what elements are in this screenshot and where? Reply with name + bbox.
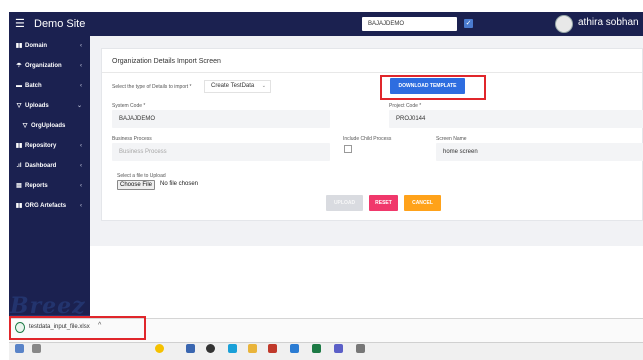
hamburger-icon[interactable]: ☰: [15, 18, 25, 30]
sidebar-item-label: Uploads: [25, 103, 49, 109]
reset-button[interactable]: RESET: [369, 195, 398, 211]
chevron-left-icon: ‹: [80, 163, 82, 169]
sidebar-item-label: Batch: [25, 83, 42, 89]
organization-select[interactable]: BAJAJDEMO: [362, 17, 457, 31]
search-icon[interactable]: [32, 344, 41, 353]
chevron-left-icon: ‹: [80, 203, 82, 209]
taskbar: [9, 342, 643, 360]
import-form-card: Organization Details Import Screen Selec…: [101, 48, 643, 221]
umbrella-icon: ☂: [16, 63, 22, 69]
bar-chart-icon: ▮▮: [15, 43, 23, 49]
teams-icon[interactable]: [334, 344, 343, 353]
sidebar-item-reports[interactable]: ▤ Reports ‹: [9, 176, 90, 196]
screen-name-label: Screen Name: [436, 136, 467, 142]
app-icon[interactable]: [186, 344, 195, 353]
app-icon[interactable]: [356, 344, 365, 353]
site-title: Demo Site: [34, 18, 86, 30]
cancel-button[interactable]: CANCEL: [404, 195, 441, 211]
import-type-select[interactable]: Create TestData ⌄: [204, 80, 271, 93]
filter-icon: ▽: [22, 123, 28, 129]
sidebar-item-label: Dashboard: [25, 163, 57, 169]
app-icon[interactable]: [206, 344, 215, 353]
system-code-field[interactable]: BAJAJDEMO: [112, 110, 330, 128]
screen-name-field[interactable]: home screen: [436, 143, 643, 161]
file-status: No file chosen: [160, 181, 199, 187]
sidebar: ▮▮ Domain ‹ ☂ Organization ‹ ▬ Batch ‹ ▽…: [9, 36, 90, 316]
upload-button[interactable]: UPLOAD: [326, 195, 363, 211]
outlook-icon[interactable]: [290, 344, 299, 353]
business-process-field[interactable]: Business Process: [112, 143, 330, 161]
import-type-value: Create TestData: [211, 83, 255, 89]
download-highlight-box: [9, 316, 146, 340]
folder-icon[interactable]: [248, 344, 257, 353]
highlight-box: [380, 75, 486, 100]
chevron-left-icon: ‹: [80, 63, 82, 69]
folder-icon: ▬: [16, 83, 22, 89]
sidebar-item-label: ORG Artefacts: [25, 203, 67, 209]
excel-icon[interactable]: [312, 344, 321, 353]
app-screen: ☰ Demo Site BAJAJDEMO ✓ athira sobhan ▮▮…: [0, 0, 643, 360]
user-name[interactable]: athira sobhan: [578, 17, 639, 29]
choose-file-button[interactable]: Choose File: [117, 180, 155, 190]
avatar[interactable]: [555, 15, 573, 33]
bar-chart-icon: ▮▮: [15, 143, 23, 149]
page-title: Organization Details Import Screen: [112, 58, 221, 65]
filter-icon: ▽: [16, 103, 22, 109]
sidebar-item-org-artefacts[interactable]: ▮▮ ORG Artefacts ‹: [9, 196, 90, 216]
sidebar-item-label: Organization: [25, 63, 62, 69]
divider: [102, 72, 642, 73]
document-icon: ▤: [16, 183, 22, 189]
chevron-left-icon: ‹: [80, 43, 82, 49]
type-label: Select the type of Details to import *: [112, 84, 192, 90]
chevron-left-icon: ‹: [80, 83, 82, 89]
include-child-label: Include Child Process: [343, 136, 392, 142]
chrome-icon[interactable]: [155, 344, 164, 353]
sidebar-item-dashboard[interactable]: .ıl Dashboard ‹: [9, 156, 90, 176]
sidebar-item-batch[interactable]: ▬ Batch ‹: [9, 76, 90, 96]
chevron-down-icon: ⌄: [261, 83, 266, 89]
sidebar-item-label: Reports: [25, 183, 48, 189]
start-icon[interactable]: [15, 344, 24, 353]
sidebar-item-orguploads[interactable]: ▽ OrgUploads: [9, 116, 90, 136]
sidebar-item-repository[interactable]: ▮▮ Repository ‹: [9, 136, 90, 156]
sidebar-item-label: Repository: [25, 143, 57, 149]
chevron-left-icon: ‹: [80, 143, 82, 149]
sidebar-item-label: OrgUploads: [31, 123, 66, 129]
sidebar-item-label: Domain: [25, 43, 48, 49]
bar-chart-icon: ▮▮: [15, 203, 23, 209]
sidebar-item-domain[interactable]: ▮▮ Domain ‹: [9, 36, 90, 56]
project-code-label: Project Code *: [389, 103, 422, 109]
project-code-field[interactable]: PROJ0144: [389, 110, 643, 128]
header-checkbox[interactable]: ✓: [464, 19, 473, 28]
app-icon[interactable]: [268, 344, 277, 353]
sidebar-item-uploads[interactable]: ▽ Uploads ⌄: [9, 96, 90, 116]
chevron-left-icon: ‹: [80, 183, 82, 189]
chevron-down-icon: ⌄: [76, 103, 82, 109]
signal-icon: .ıl: [16, 163, 22, 169]
include-child-checkbox[interactable]: [344, 145, 352, 153]
edge-icon[interactable]: [228, 344, 237, 353]
top-header: ☰ Demo Site BAJAJDEMO ✓ athira sobhan: [9, 12, 643, 36]
business-process-label: Business Process: [112, 136, 152, 142]
file-upload-label: Select a file to Upload: [117, 173, 166, 179]
sidebar-item-organization[interactable]: ☂ Organization ‹: [9, 56, 90, 76]
system-code-label: System Code *: [112, 103, 146, 109]
